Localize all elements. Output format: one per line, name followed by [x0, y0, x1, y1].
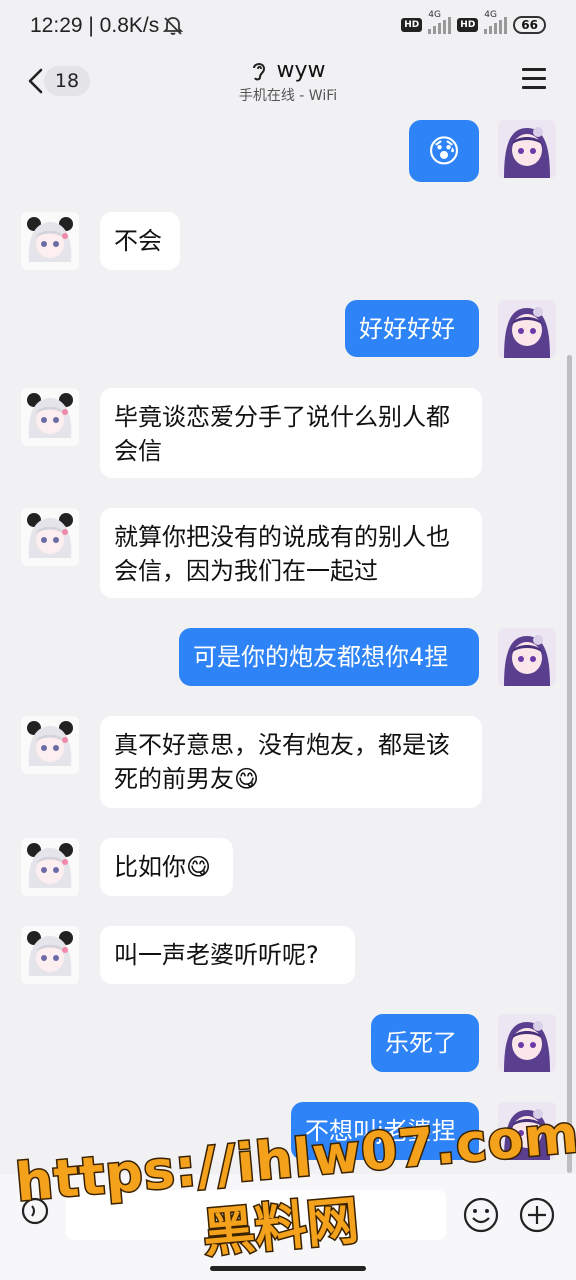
signal-icon-2: 4G	[484, 10, 508, 34]
unread-count-badge[interactable]: 18	[44, 66, 90, 96]
ear-icon	[253, 62, 266, 80]
my-avatar[interactable]	[498, 120, 556, 178]
contact-avatar[interactable]	[21, 508, 79, 566]
message-bubble-outgoing[interactable]: 可是你的炮友都想你4捏	[179, 628, 479, 686]
avatar-image	[21, 716, 79, 774]
message-bubble-incoming[interactable]: 毕竟谈恋爱分手了说什么别人都会信	[100, 388, 482, 478]
avatar-image	[498, 628, 556, 686]
avatar-image	[498, 120, 556, 178]
network-type: 4G	[428, 10, 441, 20]
avatar-image	[21, 212, 79, 270]
avatar-image	[498, 300, 556, 358]
avatar-image	[21, 838, 79, 896]
scrollbar[interactable]	[567, 355, 572, 1173]
menu-button[interactable]	[522, 68, 546, 90]
status-bar: 12:29 | 0.8K/s HD 4G HD 4G 66	[0, 0, 576, 54]
avatar-image	[21, 388, 79, 446]
message-bubble-incoming[interactable]: 不会	[100, 212, 180, 270]
battery-icon: 66	[513, 16, 546, 34]
avatar-image	[498, 1014, 556, 1072]
chat-title-area[interactable]: wyw 手机在线 - WiFi	[180, 58, 396, 105]
contact-status: 手机在线 - WiFi	[238, 88, 338, 104]
avatar-image	[21, 926, 79, 984]
message-bubble-incoming[interactable]: 就算你把没有的说成有的别人也会信，因为我们在一起过	[100, 508, 482, 598]
hd-badge: HD	[401, 18, 423, 32]
message-bubble-outgoing[interactable]: 乐死了	[371, 1014, 479, 1072]
message-bubble-incoming[interactable]: 比如你😋	[100, 838, 233, 896]
avatar-image	[21, 508, 79, 566]
bell-muted-icon	[162, 17, 184, 35]
status-indicators: HD 4G HD 4G 66	[401, 10, 546, 34]
contact-avatar[interactable]	[21, 388, 79, 446]
my-avatar[interactable]	[498, 1014, 556, 1072]
hd-badge-2: HD	[457, 18, 479, 32]
contact-avatar[interactable]	[21, 926, 79, 984]
status-time: 12:29 | 0.8K/s	[30, 14, 160, 37]
message-bubble-incoming[interactable]: 真不好意思，没有炮友，都是该死的前男友😋	[100, 716, 482, 808]
menu-icon	[522, 68, 546, 89]
message-bubble-incoming[interactable]: 叫一声老婆听听呢?	[100, 926, 355, 984]
signal-icon: 4G	[428, 10, 452, 34]
my-avatar[interactable]	[498, 628, 556, 686]
contact-avatar[interactable]	[21, 212, 79, 270]
home-indicator[interactable]	[210, 1266, 366, 1271]
chat-header: 18 wyw 手机在线 - WiFi	[0, 54, 576, 110]
contact-avatar[interactable]	[21, 838, 79, 896]
network-type-2: 4G	[484, 10, 497, 20]
message-bubble-outgoing[interactable]: 😰	[409, 120, 479, 182]
contact-name: wyw	[276, 58, 326, 83]
my-avatar[interactable]	[498, 300, 556, 358]
contact-avatar[interactable]	[21, 716, 79, 774]
message-bubble-outgoing[interactable]: 好好好好	[345, 300, 479, 357]
